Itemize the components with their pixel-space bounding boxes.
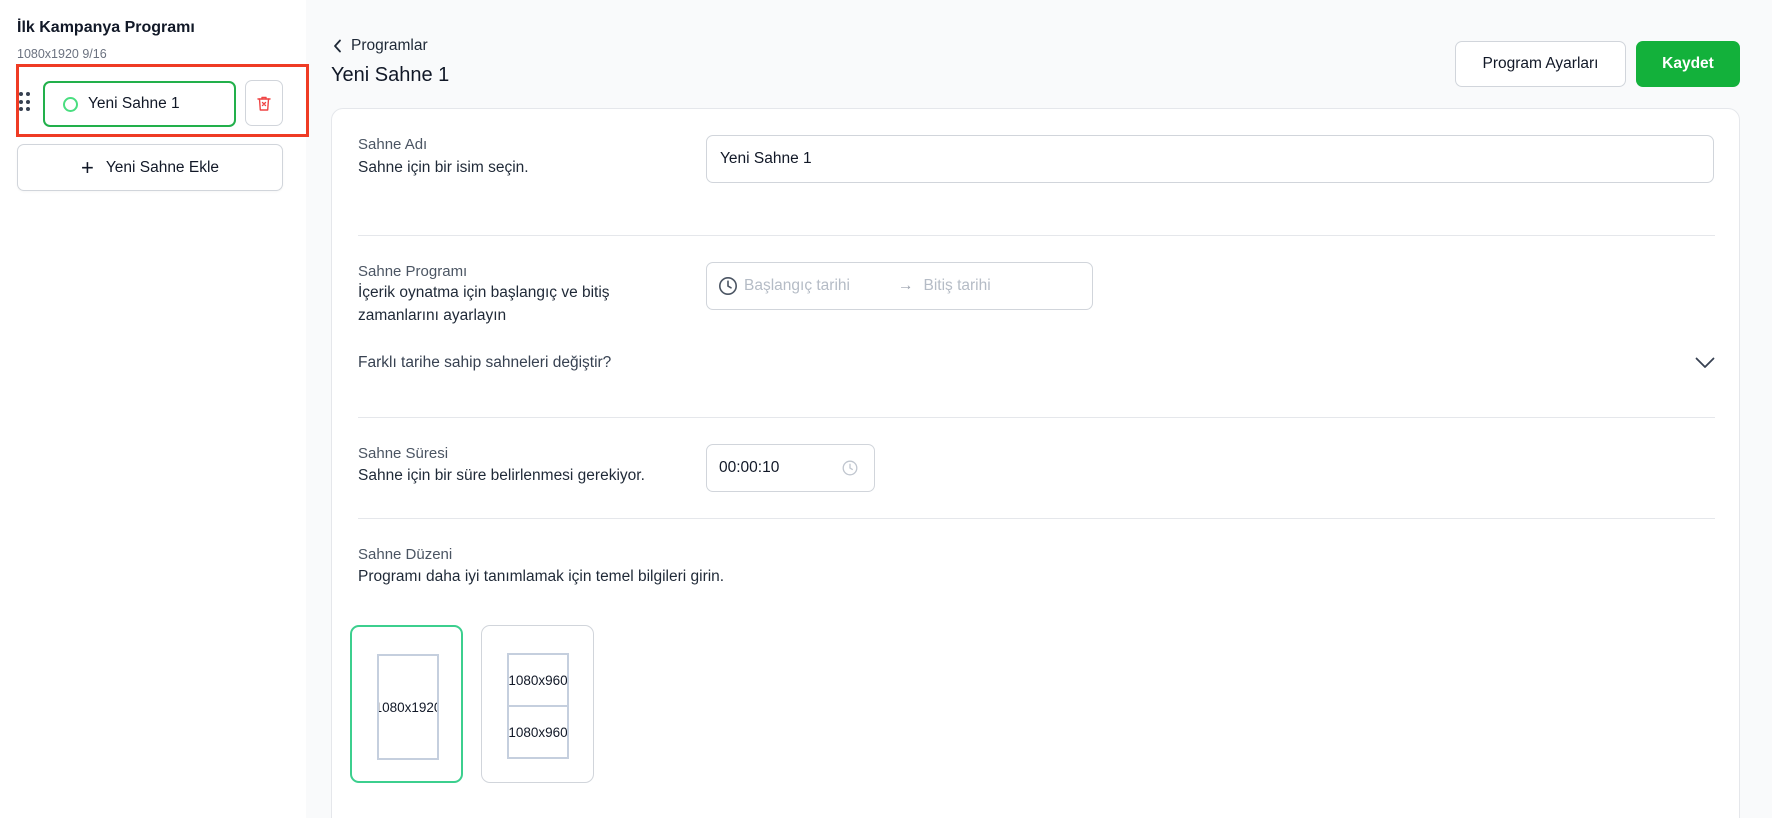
end-date-placeholder[interactable]: Bitiş tarihi [923,277,990,295]
layout-zone-label: 1080x960 [508,672,568,688]
delete-scene-button[interactable] [245,80,283,126]
program-settings-button[interactable]: Program Ayarları [1455,41,1626,87]
plus-icon: + [80,154,94,180]
scene-duration-label: Sahne Süresi [358,445,449,462]
date-range-picker[interactable]: Başlangıç tarihi → Bitiş tarihi [706,262,1093,310]
arrow-right-icon: → [897,277,914,294]
section-divider [358,417,1715,418]
chevron-down-icon[interactable] [1695,357,1715,369]
scene-duration-description: Sahne için bir süre belirlenmesi gerekiy… [358,467,645,484]
program-title: İlk Kampanya Programı [17,19,195,36]
scene-sidebar: İlk Kampanya Programı 1080x1920 9/16 Yen… [0,0,309,818]
scene-name-description: Sahne için bir isim seçin. [358,159,529,176]
circle-icon [63,96,78,112]
section-divider [358,518,1715,519]
layout-zone-label: 1080x960 [509,705,567,757]
layout-option-fullscreen[interactable]: 1080x1920 [350,625,463,783]
clock-icon [842,460,858,476]
add-scene-label: Yeni Sahne Ekle [105,158,220,176]
drag-handle-icon[interactable] [19,92,33,112]
change-scenes-toggle[interactable]: Farklı tarihe sahip sahneleri değiştir? [358,353,1715,377]
scene-schedule-description-line2: zamanlarını ayarlayın [358,307,507,324]
back-label: Programlar [351,37,428,54]
change-scenes-label: Farklı tarihe sahip sahneleri değiştir? [358,354,612,371]
duration-input[interactable]: 00:00:10 [706,444,875,492]
back-to-programs-link[interactable]: Programlar [333,37,428,55]
scene-layout-description: Programı daha iyi tanımlamak için temel … [358,568,725,585]
program-resolution: 1080x1920 9/16 [17,47,107,61]
save-button[interactable]: Kaydet [1636,41,1740,87]
section-divider [358,235,1715,236]
duration-value: 00:00:10 [719,459,780,476]
layout-preview: 1080x960 1080x960 [507,653,569,759]
scene-schedule-description-line1: İçerik oynatma için başlangıç ve bitiş [358,284,610,301]
trash-icon [257,96,271,111]
start-date-placeholder[interactable]: Başlangıç tarihi [744,277,850,295]
page-title: Yeni Sahne 1 [331,64,450,86]
scene-name-label: Sahne Adı [358,136,428,153]
scene-name-input[interactable]: Yeni Sahne 1 [706,135,1714,183]
add-scene-button[interactable]: + Yeni Sahne Ekle [17,144,283,191]
scene-list-item-label: Yeni Sahne 1 [88,95,180,112]
scene-schedule-label: Sahne Programı [358,263,468,280]
clock-icon [719,277,737,295]
layout-preview: 1080x1920 [377,654,439,760]
layout-zone-label: 1080x1920 [377,699,439,715]
scene-layout-label: Sahne Düzeni [358,546,453,563]
chevron-left-icon [334,39,341,53]
scene-list-item[interactable]: Yeni Sahne 1 [43,81,236,127]
scene-name-value: Yeni Sahne 1 [720,150,812,167]
layout-option-split[interactable]: 1080x960 1080x960 [481,625,594,783]
scene-form-card: Sahne Adı Sahne için bir isim seçin. Yen… [331,108,1740,818]
